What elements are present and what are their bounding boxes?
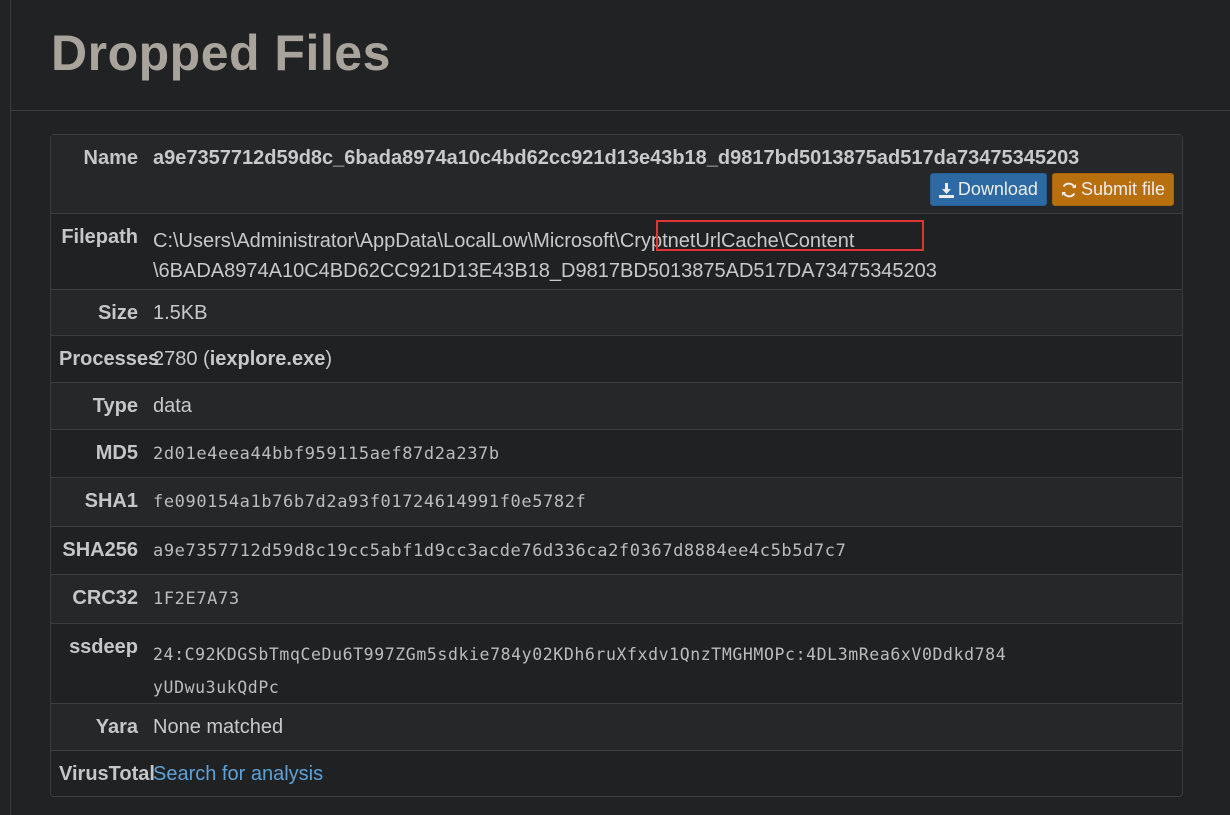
file-name: a9e7357712d59d8c_6bada8974a10c4bd62cc921… [153,147,1080,169]
sha256-label: SHA256 [62,539,138,561]
processes-label: Processes [59,348,160,370]
row-sha256: SHA256 a9e7357712d59d8c19cc5abf1d9cc3acd… [51,527,1182,575]
page-title: Dropped Files [51,25,391,81]
download-label: Download [957,179,1038,199]
row-name: Name a9e7357712d59d8c_6bada8974a10c4bd62… [51,135,1182,214]
refresh-icon [1061,182,1076,198]
virustotal-search-link[interactable]: Search for analysis [153,763,323,785]
process-pid: 2780 [153,348,198,370]
row-md5: MD5 2d01e4eea44bbf959115aef87d2a237b [51,430,1182,478]
row-crc32: CRC32 1F2E7A73 [51,575,1182,624]
ssdeep-value: 24:C92KDGSbTmqCeDu6T997ZGm5sdkie784y02KD… [153,638,1174,704]
row-ssdeep: ssdeep 24:C92KDGSbTmqCeDu6T997ZGm5sdkie7… [51,624,1182,704]
page: Dropped Files Name a9e7357712d59d8c_6bad… [10,0,1230,815]
filepath-line-2: \6BADA8974A10C4BD62CC921D13E43B18_D9817B… [153,260,937,282]
yara-label: Yara [95,716,138,738]
row-virustotal: VirusTotal Search for analysis [51,751,1182,796]
type-value: data [153,395,192,417]
row-processes: Processes 2780 (iexplore.exe) [51,336,1182,383]
yara-value: None matched [153,716,284,738]
filepath-label: Filepath [61,226,138,248]
md5-label: MD5 [95,442,138,464]
crc32-label: CRC32 [72,587,138,609]
ssdeep-line-1: 24:C92KDGSbTmqCeDu6T997ZGm5sdkie784y02KD… [153,645,1007,664]
submit-file-button[interactable]: Submit file [1051,173,1174,206]
row-yara: Yara None matched [51,704,1182,751]
processes-value: 2780 (iexplore.exe) [153,348,333,370]
sha256-value: a9e7357712d59d8c19cc5abf1d9cc3acde76d336… [153,541,847,561]
sha1-label: SHA1 [84,490,138,512]
page-header: Dropped Files [11,0,1230,111]
submit-file-label: Submit file [1080,179,1165,199]
file-actions: Download Submit file [925,173,1174,206]
md5-value: 2d01e4eea44bbf959115aef87d2a237b [153,444,500,464]
size-label: Size [97,302,138,324]
virustotal-label: VirusTotal [59,763,155,785]
row-sha1: SHA1 fe090154a1b76b7d2a93f01724614991f0e… [51,478,1182,527]
file-details-table: Name a9e7357712d59d8c_6bada8974a10c4bd62… [50,134,1183,797]
download-button[interactable]: Download [929,173,1047,206]
filepath-line-1: C:\Users\Administrator\AppData\LocalLow\… [153,230,855,252]
ssdeep-label: ssdeep [69,636,138,658]
row-size: Size 1.5KB [51,290,1182,336]
type-label: Type [92,395,138,417]
crc32-value: 1F2E7A73 [153,589,240,609]
ssdeep-line-2: yUDwu3ukQdPc [153,678,280,697]
process-name: iexplore.exe [209,348,326,370]
row-type: Type data [51,383,1182,430]
download-icon [938,183,954,198]
row-filepath: Filepath C:\Users\Administrator\AppData\… [51,214,1182,290]
name-label: Name [83,147,138,169]
size-value: 1.5KB [153,302,208,324]
filepath-value: C:\Users\Administrator\AppData\LocalLow\… [153,226,1174,286]
sha1-value: fe090154a1b76b7d2a93f01724614991f0e5782f [153,492,587,512]
